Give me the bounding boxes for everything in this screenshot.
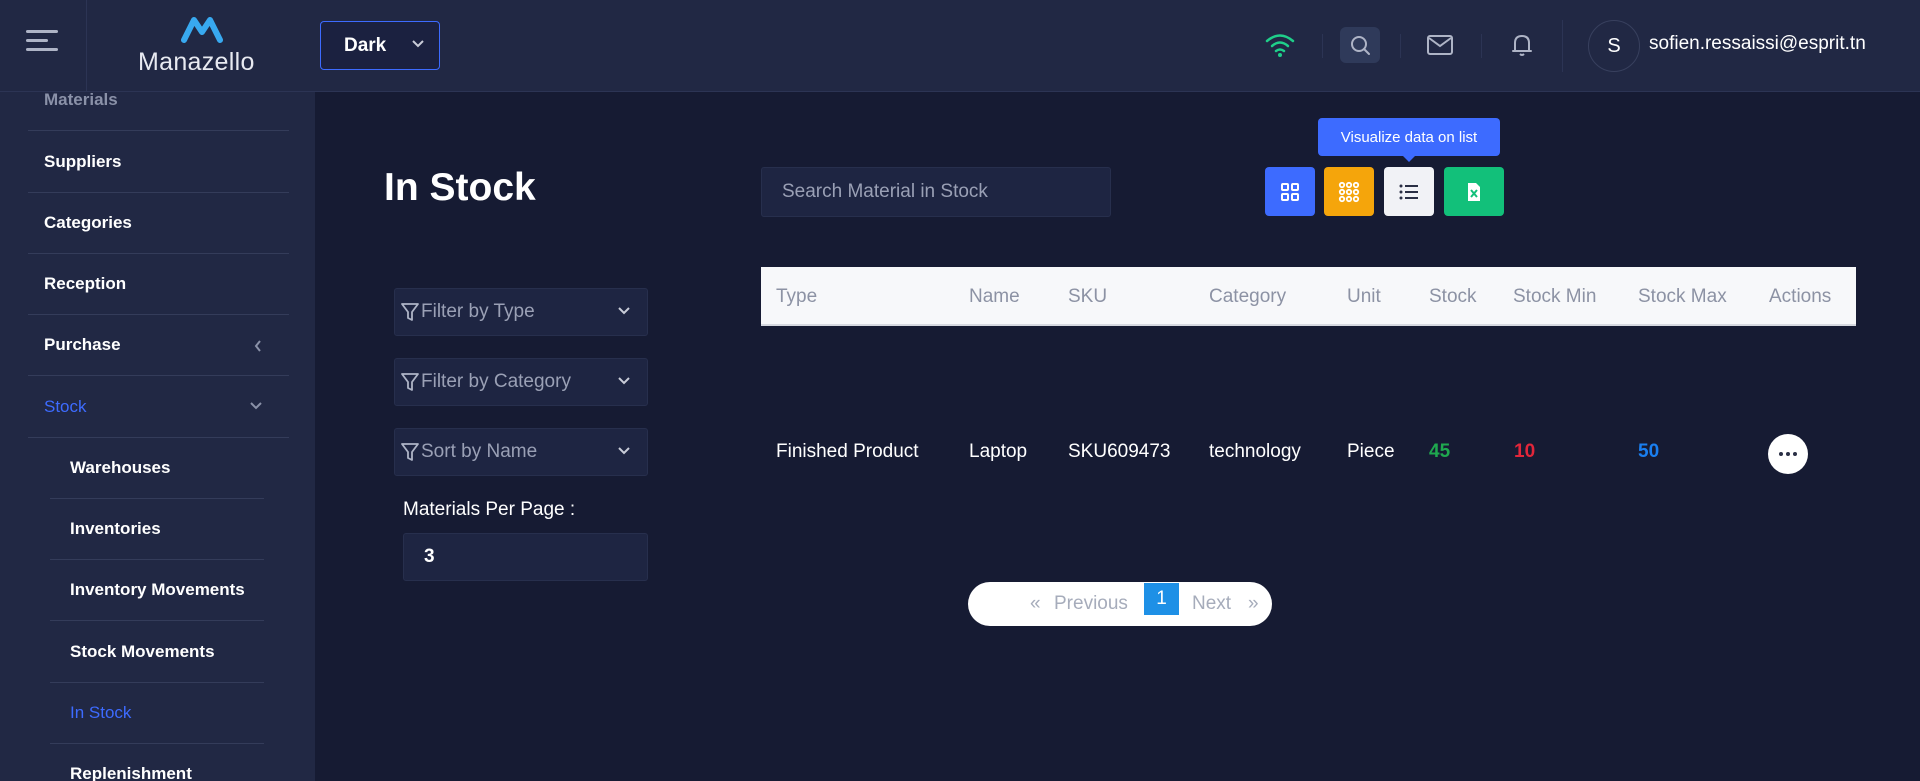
excel-file-icon: [1468, 182, 1480, 201]
column-header-type[interactable]: Type: [776, 286, 817, 308]
page-title: In Stock: [384, 166, 536, 209]
cell-stock-max: 50: [1638, 441, 1660, 462]
sidebar-item-replenishment[interactable]: Replenishment: [50, 744, 264, 781]
pagination-prev-icon[interactable]: «: [1030, 582, 1041, 626]
column-header-actions: Actions: [1769, 286, 1832, 307]
chevron-down-icon: [618, 447, 630, 455]
sidebar-item-categories[interactable]: Categories: [28, 193, 289, 254]
filter-icon: [401, 373, 419, 391]
sidebar-item-stock-movements[interactable]: Stock Movements: [50, 622, 264, 683]
grid-icon: [1281, 182, 1299, 201]
cell-stock: 45: [1429, 441, 1451, 462]
header-divider: [1562, 20, 1563, 72]
pagination: « Previous 1 Next »: [968, 582, 1272, 626]
header-divider: [1481, 34, 1482, 58]
excel-export-button[interactable]: [1444, 167, 1504, 216]
filter-type-label: Filter by Type: [421, 301, 535, 322]
sidebar-item-warehouses[interactable]: Warehouses: [50, 438, 264, 499]
list-icon: [1399, 184, 1418, 199]
cell-category: technology: [1209, 441, 1301, 462]
mail-icon[interactable]: [1420, 27, 1460, 63]
filter-type-select[interactable]: Filter by Type: [394, 288, 648, 336]
sidebar-item-in-stock[interactable]: In Stock: [50, 683, 264, 744]
sidebar-item-materials[interactable]: Materials: [28, 92, 289, 131]
top-header: Manazello Dark S sofien.ressaissi@esprit…: [0, 0, 1920, 92]
column-header-stock[interactable]: Stock: [1429, 286, 1477, 308]
sort-label: Sort by Name: [421, 441, 538, 462]
bell-icon[interactable]: [1502, 27, 1542, 63]
avatar[interactable]: S: [1588, 20, 1640, 72]
apps-view-button[interactable]: [1324, 167, 1374, 216]
chevron-left-icon: [254, 340, 261, 352]
user-email[interactable]: sofien.ressaissi@esprit.tn: [1649, 33, 1866, 55]
row-actions-button[interactable]: [1768, 434, 1808, 474]
search-input[interactable]: [761, 167, 1111, 217]
chevron-down-icon: [618, 377, 630, 385]
sidebar-item-suppliers[interactable]: Suppliers: [28, 132, 289, 193]
chevron-down-icon: [618, 307, 630, 315]
wifi-icon[interactable]: [1260, 27, 1300, 63]
filter-category-label: Filter by Category: [421, 371, 571, 392]
app-logo[interactable]: Manazello: [138, 14, 270, 76]
menu-icon[interactable]: [26, 30, 58, 58]
sidebar-item-inventory-movements[interactable]: Inventory Movements: [50, 560, 264, 621]
sort-select[interactable]: Sort by Name: [394, 428, 648, 476]
list-view-button[interactable]: [1384, 167, 1434, 216]
sidebar-item-label: Stock: [44, 397, 87, 416]
per-page-label: Materials Per Page :: [403, 499, 576, 520]
theme-select[interactable]: Dark: [320, 21, 440, 70]
pagination-next-icon[interactable]: »: [1248, 582, 1259, 626]
sidebar-item-reception[interactable]: Reception: [28, 254, 289, 315]
cell-name: Laptop: [969, 441, 1028, 462]
cell-type: Finished Product: [776, 441, 919, 462]
pagination-page-current[interactable]: 1: [1144, 583, 1179, 615]
column-header-category[interactable]: Category: [1209, 286, 1286, 308]
cell-sku: SKU609473: [1068, 441, 1171, 462]
cell-stock-min: 10: [1514, 441, 1536, 462]
sidebar-item-purchase[interactable]: Purchase: [28, 315, 289, 376]
column-header-unit[interactable]: Unit: [1347, 286, 1381, 308]
header-divider: [1322, 34, 1323, 58]
sidebar-item-label: Purchase: [44, 335, 121, 354]
grid-view-button[interactable]: [1265, 167, 1315, 216]
pagination-next[interactable]: Next: [1192, 582, 1231, 626]
chevron-down-icon: [412, 40, 424, 48]
tooltip: Visualize data on list: [1318, 118, 1500, 162]
sidebar-item-stock[interactable]: Stock: [28, 377, 289, 438]
chevron-down-icon: [250, 402, 262, 410]
sidebar: Materials Suppliers Categories Reception…: [0, 92, 315, 781]
column-header-name[interactable]: Name: [969, 286, 1020, 308]
filter-icon: [401, 443, 419, 461]
logo-mark-icon: [181, 17, 223, 43]
search-icon[interactable]: [1340, 27, 1380, 63]
header-divider: [1400, 34, 1401, 58]
filter-icon: [401, 303, 419, 321]
theme-select-value: Dark: [344, 34, 387, 56]
column-header-stock-max[interactable]: Stock Max: [1638, 286, 1727, 308]
sidebar-item-inventories[interactable]: Inventories: [50, 499, 264, 560]
pagination-previous[interactable]: Previous: [1054, 582, 1128, 626]
apps-icon: [1338, 181, 1360, 202]
column-header-stock-min[interactable]: Stock Min: [1513, 286, 1596, 308]
header-divider: [86, 0, 87, 92]
cell-unit: Piece: [1347, 441, 1395, 462]
table-header: Type Name SKU Category Unit Stock Stock …: [761, 267, 1856, 326]
filter-category-select[interactable]: Filter by Category: [394, 358, 648, 406]
logo-text: Manazello: [138, 48, 255, 76]
per-page-input[interactable]: [403, 533, 648, 581]
column-header-sku[interactable]: SKU: [1068, 286, 1107, 308]
